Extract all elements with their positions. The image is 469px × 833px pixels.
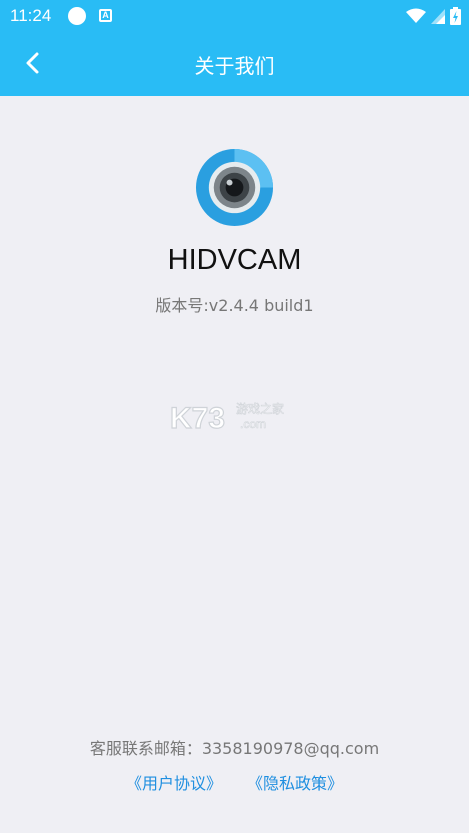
watermark-brand: K73: [170, 402, 225, 434]
watermark-domain: .com: [240, 417, 266, 431]
status-icons: [406, 7, 461, 25]
app-logo-camera-icon: [195, 148, 274, 227]
a-notification-icon: A: [99, 9, 112, 22]
signal-icon: [431, 8, 445, 24]
page-title: 关于我们: [194, 54, 275, 78]
privacy-policy-link[interactable]: 《隐私政策》: [247, 774, 343, 793]
legal-links: 《用户协议》 《隐私政策》: [0, 770, 469, 794]
wifi-icon: [406, 8, 426, 23]
support-email: 客服联系邮箱：3358190978@qq.com: [89, 739, 380, 758]
status-time: 11:24: [10, 6, 52, 25]
app-name: HIDVCAM: [167, 244, 302, 276]
app-version: 版本号:v2.4.4 build1: [155, 296, 314, 315]
status-bar: 11:24 A: [0, 0, 469, 32]
app-header: 11:24 A 关于我们: [0, 0, 469, 96]
watermark-tagline: 游戏之家: [236, 401, 284, 416]
notification-dot-icon: [68, 7, 86, 25]
battery-charging-icon: [450, 7, 461, 25]
user-agreement-link[interactable]: 《用户协议》: [126, 774, 222, 793]
k73-watermark-logo: K73 游戏之家 .com: [170, 401, 284, 434]
